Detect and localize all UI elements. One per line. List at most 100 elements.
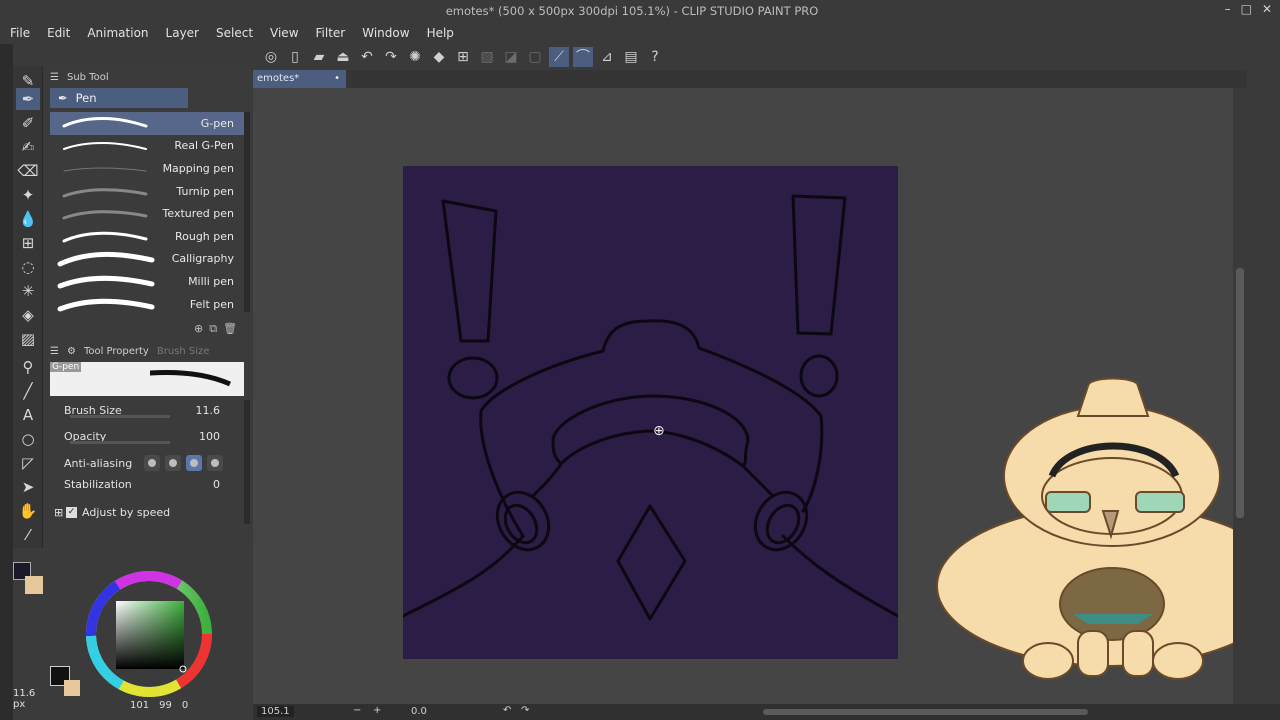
opacity-value[interactable]: 100 xyxy=(199,430,220,443)
expand-icon[interactable]: ⊞ xyxy=(54,506,63,519)
canvas-area[interactable]: ⊕ xyxy=(253,88,1280,704)
open-folder-icon[interactable]: ▰ xyxy=(309,47,329,67)
canvas-vertical-scrollbar[interactable] xyxy=(1233,88,1247,704)
brush-size-slider[interactable] xyxy=(70,415,170,418)
brush-item[interactable]: G-pen xyxy=(50,112,250,135)
antialias-none-option[interactable] xyxy=(144,455,160,471)
menu-select[interactable]: Select xyxy=(216,26,253,40)
maximize-button[interactable]: □ xyxy=(1241,2,1252,16)
help-icon[interactable]: ? xyxy=(645,47,665,67)
rotate-left-icon[interactable]: ↶ xyxy=(503,705,511,716)
pencil-tool-icon[interactable]: ✐ xyxy=(16,112,40,134)
zoom-in-icon[interactable]: + xyxy=(373,705,381,716)
menu-window[interactable]: Window xyxy=(362,26,409,40)
crop-icon[interactable]: ▧ xyxy=(477,47,497,67)
brush-size-row[interactable]: Brush Size 11.6 xyxy=(50,400,250,420)
line-tool-icon[interactable]: ╱ xyxy=(16,380,40,402)
brush-item[interactable]: Textured pen xyxy=(50,202,250,225)
zoom-value[interactable]: 105.1 xyxy=(257,706,294,717)
antialias-medium-option[interactable] xyxy=(186,455,202,471)
adjust-by-speed-row[interactable]: ⊞ ✓ Adjust by speed xyxy=(50,502,250,522)
undo-icon[interactable]: ↶ xyxy=(357,47,377,67)
brush-item[interactable]: Mapping pen xyxy=(50,157,250,180)
adjust-by-speed-checkbox[interactable]: ✓ xyxy=(66,506,77,518)
zoom-tool-icon[interactable]: ⚲ xyxy=(16,356,40,378)
menu-animation[interactable]: Animation xyxy=(87,26,148,40)
panel-menu-icon[interactable]: ☰ xyxy=(50,346,59,357)
brush-size-readout: 11.6 px xyxy=(13,688,35,710)
clear-icon[interactable]: ◪ xyxy=(501,47,521,67)
horizontal-scroll-thumb[interactable] xyxy=(763,709,1088,715)
lasso-tool-icon[interactable]: ◌ xyxy=(16,256,40,278)
redo-icon[interactable]: ↷ xyxy=(381,47,401,67)
menu-edit[interactable]: Edit xyxy=(47,26,70,40)
rotate-right-icon[interactable]: ↷ xyxy=(521,705,529,716)
eraser-tool-icon[interactable]: ⌫ xyxy=(16,160,40,182)
save-icon[interactable]: ⏏ xyxy=(333,47,353,67)
stabilization-value[interactable]: 0 xyxy=(213,478,220,491)
fill-icon[interactable]: ◆ xyxy=(429,47,449,67)
brush-stroke-preview xyxy=(62,188,148,198)
drawing-canvas[interactable] xyxy=(403,166,898,659)
tool-property-title[interactable]: Tool Property xyxy=(84,346,149,357)
pen-group-tab[interactable]: ✒ Pen xyxy=(50,88,188,108)
close-button[interactable]: ✕ xyxy=(1262,2,1272,16)
sub-color-swatch[interactable] xyxy=(25,576,43,594)
antialias-weak-option[interactable] xyxy=(165,455,181,471)
secondary-color-swatch[interactable] xyxy=(64,680,80,696)
zoom-out-icon[interactable]: − xyxy=(353,705,361,716)
ink-tool-icon[interactable]: ✍ xyxy=(16,136,40,158)
blend-tool-icon[interactable]: 💧 xyxy=(16,208,40,230)
opacity-row[interactable]: Opacity 100 xyxy=(50,426,250,446)
grid-tool-icon[interactable]: ⊞ xyxy=(16,232,40,254)
deselect-icon[interactable]: ▢ xyxy=(525,47,545,67)
clip-studio-icon[interactable]: ◎ xyxy=(261,47,281,67)
hand-tool-icon[interactable]: ✋ xyxy=(16,500,40,522)
menu-help[interactable]: Help xyxy=(427,26,454,40)
operation-tool-icon[interactable]: ➤ xyxy=(16,476,40,498)
brush-item[interactable]: Felt pen xyxy=(50,293,250,316)
gradient-tool-icon[interactable]: ▨ xyxy=(16,328,40,350)
sparkle-tool-icon[interactable]: ✳ xyxy=(16,280,40,302)
antialias-strong-option[interactable] xyxy=(207,455,223,471)
opacity-slider[interactable] xyxy=(70,441,170,444)
decoration-tool-icon[interactable]: ✦ xyxy=(16,184,40,206)
brush-size-value[interactable]: 11.6 xyxy=(196,404,221,417)
settings-sun-icon[interactable]: ✺ xyxy=(405,47,425,67)
fill-tool-icon[interactable]: ◈ xyxy=(16,304,40,326)
text-tool-icon[interactable]: A xyxy=(16,404,40,426)
pen-tool-icon[interactable]: ✒ xyxy=(16,88,40,110)
minimize-button[interactable]: – xyxy=(1225,2,1231,16)
snap-special-icon[interactable]: ⌒ xyxy=(573,47,593,67)
transform-icon[interactable]: ⊞ xyxy=(453,47,473,67)
menu-file[interactable]: File xyxy=(10,26,30,40)
document-tab[interactable]: emotes* • xyxy=(253,70,346,88)
brush-item[interactable]: Calligraphy xyxy=(50,248,250,271)
menu-view[interactable]: View xyxy=(270,26,298,40)
rotation-value[interactable]: 0.0 xyxy=(411,706,427,717)
brush-item[interactable]: Turnip pen xyxy=(50,180,250,203)
close-tab-icon[interactable]: • xyxy=(334,70,340,88)
menu-filter[interactable]: Filter xyxy=(316,26,346,40)
new-file-icon[interactable]: ▯ xyxy=(285,47,305,67)
brush-item[interactable]: Milli pen xyxy=(50,270,250,293)
snap-grid-icon[interactable]: ⊿ xyxy=(597,47,617,67)
copy-brush-icon[interactable]: ⧉ xyxy=(209,322,217,336)
stabilization-row[interactable]: Stabilization 0 xyxy=(50,474,250,494)
brush-list-scrollbar[interactable] xyxy=(244,112,250,312)
add-brush-icon[interactable]: ⊕ xyxy=(194,322,203,336)
balloon-tool-icon[interactable]: ○ xyxy=(16,428,40,450)
brush-size-tab[interactable]: Brush Size xyxy=(157,346,210,357)
panel-menu-icon[interactable]: ☰ xyxy=(50,72,59,83)
color-wheel[interactable] xyxy=(83,568,215,700)
frame-tool-icon[interactable]: ◸ xyxy=(16,452,40,474)
eyedropper-tool-icon[interactable]: ⁄ xyxy=(16,524,40,546)
vertical-scroll-thumb[interactable] xyxy=(1236,268,1244,518)
snap-ruler-icon[interactable]: ⟋ xyxy=(549,47,569,67)
brush-item[interactable]: Real G-Pen xyxy=(50,135,250,158)
device-icon[interactable]: ▤ xyxy=(621,47,641,67)
brush-item[interactable]: Rough pen xyxy=(50,225,250,248)
tool-property-scrollbar[interactable] xyxy=(244,400,250,524)
delete-brush-icon[interactable]: 🗑 xyxy=(223,322,237,336)
menu-layer[interactable]: Layer xyxy=(166,26,199,40)
